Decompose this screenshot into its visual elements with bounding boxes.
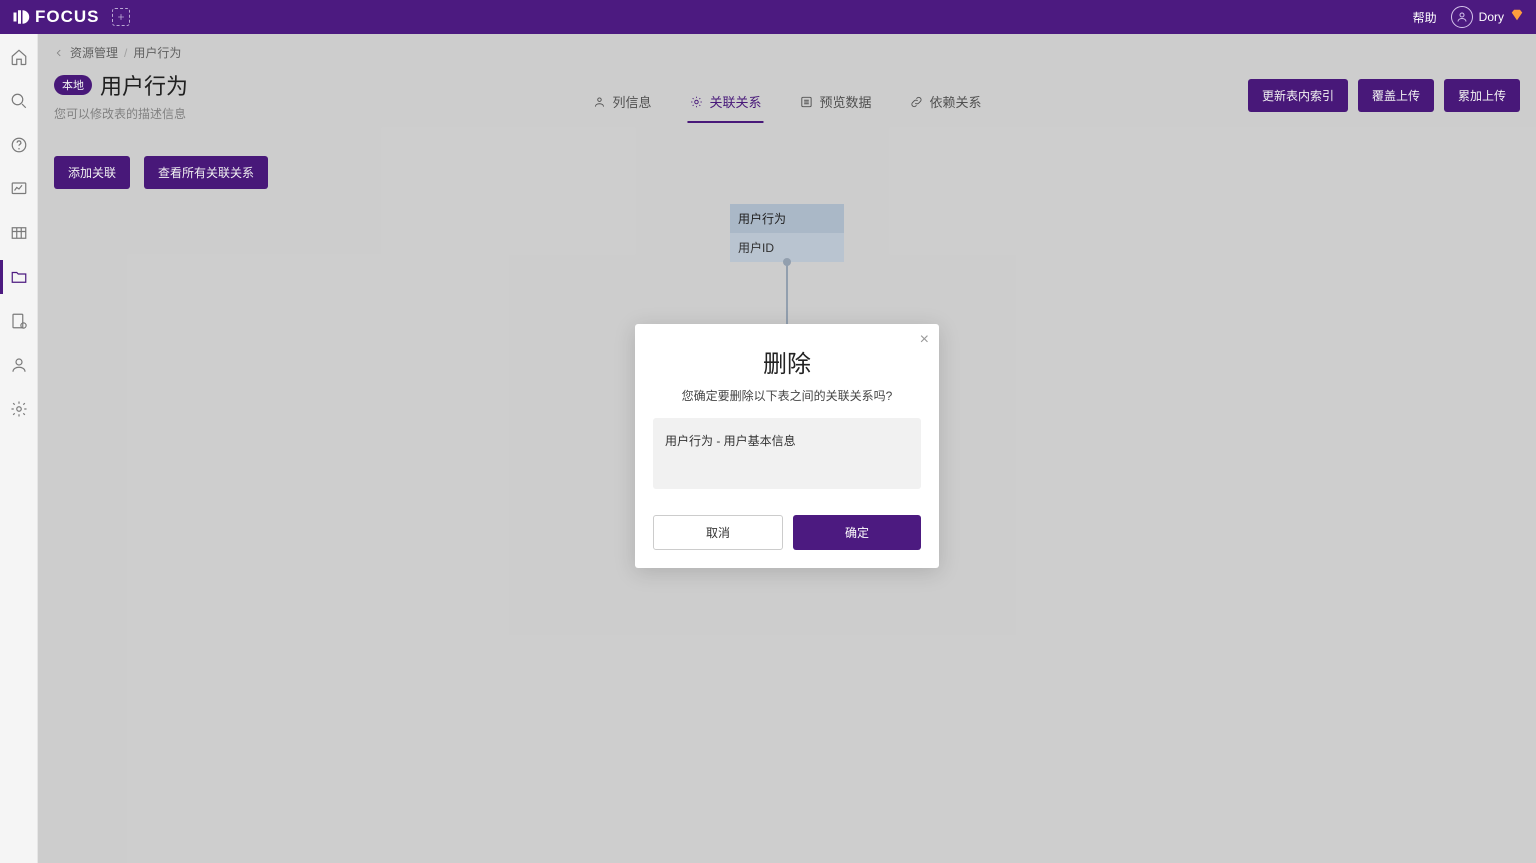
user-icon <box>1456 11 1468 23</box>
nav-search[interactable] <box>10 92 28 110</box>
avatar <box>1451 6 1473 28</box>
app-logo[interactable]: FOCUS <box>12 7 100 27</box>
modal-message: 您确定要删除以下表之间的关联关系吗? <box>653 387 921 404</box>
confirm-button[interactable]: 确定 <box>793 515 921 550</box>
diamond-icon <box>1510 8 1524 27</box>
topbar-right: 帮助 Dory <box>1413 6 1524 28</box>
user-menu[interactable]: Dory <box>1451 6 1524 28</box>
modal-overlay: × 删除 您确定要删除以下表之间的关联关系吗? 用户行为 - 用户基本信息 取消… <box>38 34 1536 863</box>
brand-text: FOCUS <box>35 7 100 27</box>
nav-user[interactable] <box>10 356 28 374</box>
nav-table[interactable] <box>10 224 28 242</box>
nav-help[interactable] <box>10 136 28 154</box>
close-icon[interactable]: × <box>920 332 929 348</box>
user-name: Dory <box>1479 10 1504 24</box>
logo-icon <box>12 8 30 26</box>
add-button[interactable] <box>112 8 130 26</box>
modal-title: 删除 <box>653 344 921 379</box>
nav-chart[interactable] <box>10 180 28 198</box>
nav-home[interactable] <box>10 48 28 66</box>
nav-config[interactable] <box>10 312 28 330</box>
sidebar <box>0 34 38 863</box>
help-link[interactable]: 帮助 <box>1413 9 1437 26</box>
delete-modal: × 删除 您确定要删除以下表之间的关联关系吗? 用户行为 - 用户基本信息 取消… <box>635 324 939 568</box>
nav-folder[interactable] <box>10 268 28 286</box>
nav-settings[interactable] <box>10 400 28 418</box>
modal-relation-box: 用户行为 - 用户基本信息 <box>653 418 921 489</box>
plus-icon <box>116 12 126 22</box>
cancel-button[interactable]: 取消 <box>653 515 783 550</box>
topbar-left: FOCUS <box>12 7 130 27</box>
main: 资源管理 / 用户行为 本地 用户行为 您可以修改表的描述信息 更新表内索引 覆… <box>38 34 1536 863</box>
topbar: FOCUS 帮助 Dory <box>0 0 1536 34</box>
